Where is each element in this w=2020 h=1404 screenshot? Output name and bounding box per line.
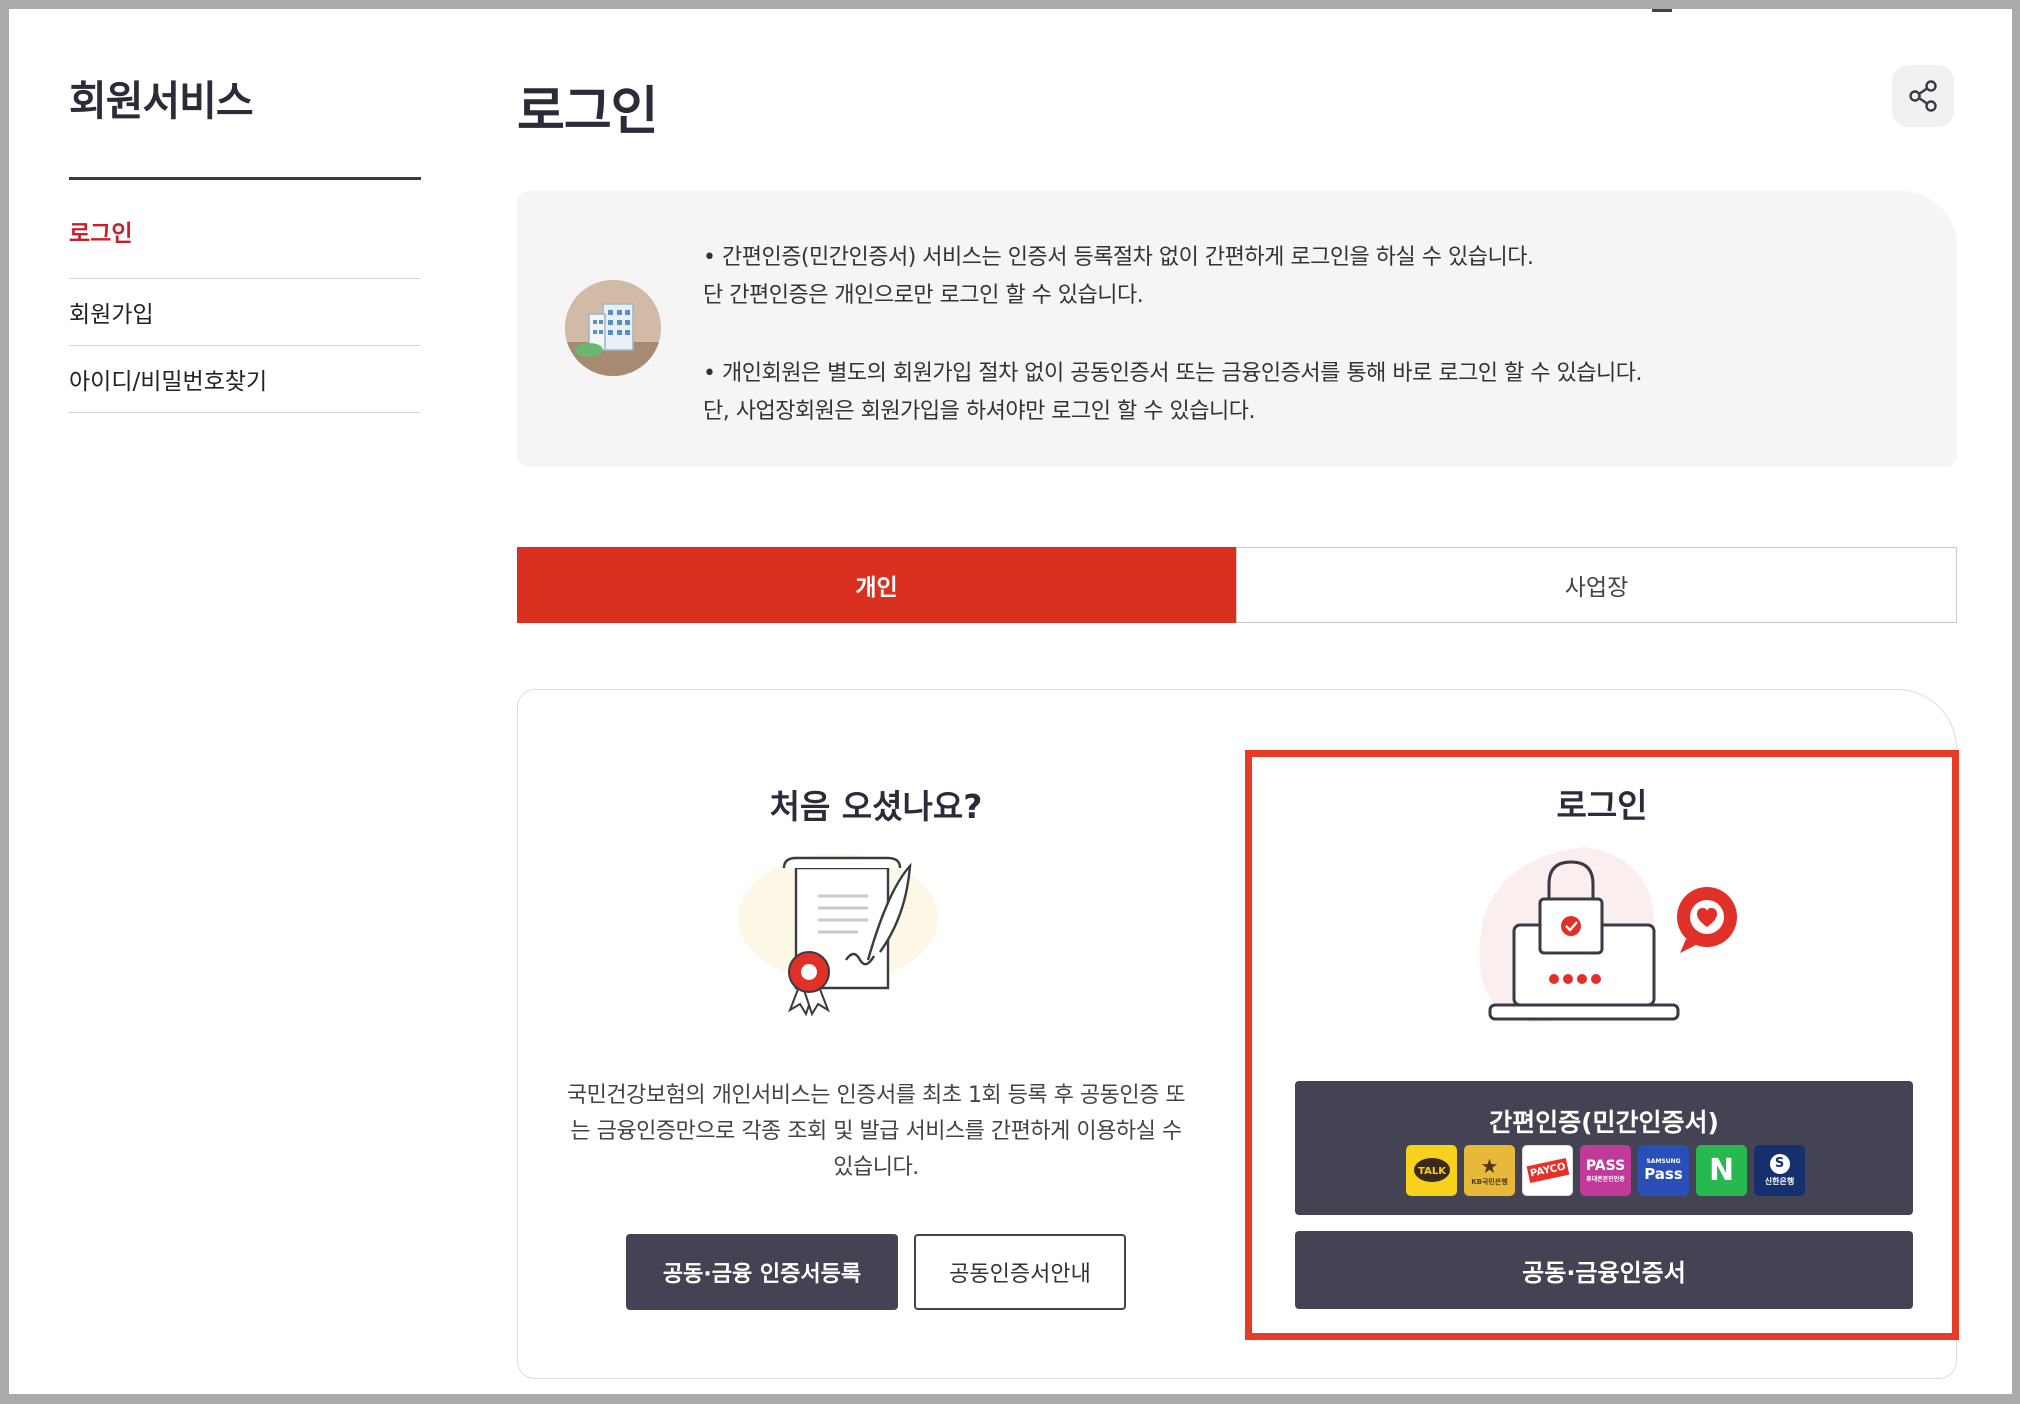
cursor-marker [1652,9,1672,12]
info-text: • 간편인증(민간인증서) 서비스는 인증서 등록절차 없이 간편하게 로그인을… [703,239,1642,431]
page-title: 로그인 [517,82,659,142]
tab-personal[interactable]: 개인 [517,547,1236,623]
sidebar-title: 회원서비스 [69,77,254,125]
svg-text:TALK: TALK [1418,1166,1447,1177]
provider-logos: TALK ★ KB국민은행 PAYCO PASS 휴대폰본인인증 SAMSUNG Pa… [1406,1145,1805,1196]
info-line-2: 단 간편인증은 개인으로만 로그인 할 수 있습니다. [703,283,1144,308]
page-frame: 회원서비스 로그인 회원가입 아이디/비밀번호찾기 로그인 • 간편인증(민간인… [9,9,2012,1394]
info-line-1: • 간편인증(민간인증서) 서비스는 인증서 등록절차 없이 간편하게 로그인을… [703,245,1534,270]
newcomer-description: 국민건강보험의 개인서비스는 인증서를 최초 1회 등록 후 공동인증 또는 금… [566,1083,1186,1180]
info-notice-box: • 간편인증(민간인증서) 서비스는 인증서 등록절차 없이 간편하게 로그인을… [517,191,1957,467]
sidebar-item-signup[interactable]: 회원가입 [69,279,421,346]
newcomer-title: 처음 오셨나요? [769,787,983,826]
pass-logo-icon: PASS 휴대폰본인인증 [1580,1145,1631,1196]
certificate-icon [738,854,938,1017]
simple-auth-label: 간편인증(민간인증서) [1489,1108,1719,1137]
info-line-3: • 개인회원은 별도의 회원가입 절차 없이 공동인증서 또는 금융인증서를 통… [703,361,1642,386]
info-line-4: 단, 사업장회원은 회원가입을 하셔야만 로그인 할 수 있습니다. [703,399,1255,424]
building-icon [565,280,661,376]
share-button[interactable] [1892,65,1954,127]
sidebar-divider [69,177,421,180]
cert-guide-button[interactable]: 공동인증서안내 [914,1234,1126,1310]
simple-auth-button[interactable]: 간편인증(민간인증서) TALK ★ KB국민은행 PAYCO PASS 휴대폰본인… [1295,1081,1913,1215]
shinhan-bank-logo-icon: S 신한은행 [1754,1145,1805,1196]
laptop-lock-icon [1479,847,1737,1023]
samsung-pass-logo-icon: SAMSUNG Pass [1638,1145,1689,1196]
joint-financial-cert-button[interactable]: 공동·금융인증서 [1295,1231,1913,1309]
share-icon [1909,80,1937,112]
tab-business[interactable]: 사업장 [1236,547,1957,623]
kakao-logo-icon: TALK [1406,1145,1457,1196]
kb-bank-logo-icon: ★ KB국민은행 [1464,1145,1515,1196]
payco-logo-icon: PAYCO [1522,1145,1573,1196]
sidebar-item-find-account[interactable]: 아이디/비밀번호찾기 [69,346,421,413]
sidebar-item-login[interactable]: 로그인 [69,212,421,279]
sidebar-menu: 로그인 회원가입 아이디/비밀번호찾기 [69,212,421,413]
member-type-tabs: 개인 사업장 [517,547,1957,623]
login-section-title: 로그인 [1556,786,1648,825]
naver-logo-icon: N [1696,1145,1747,1196]
cert-register-button[interactable]: 공동·금융 인증서등록 [626,1234,898,1310]
